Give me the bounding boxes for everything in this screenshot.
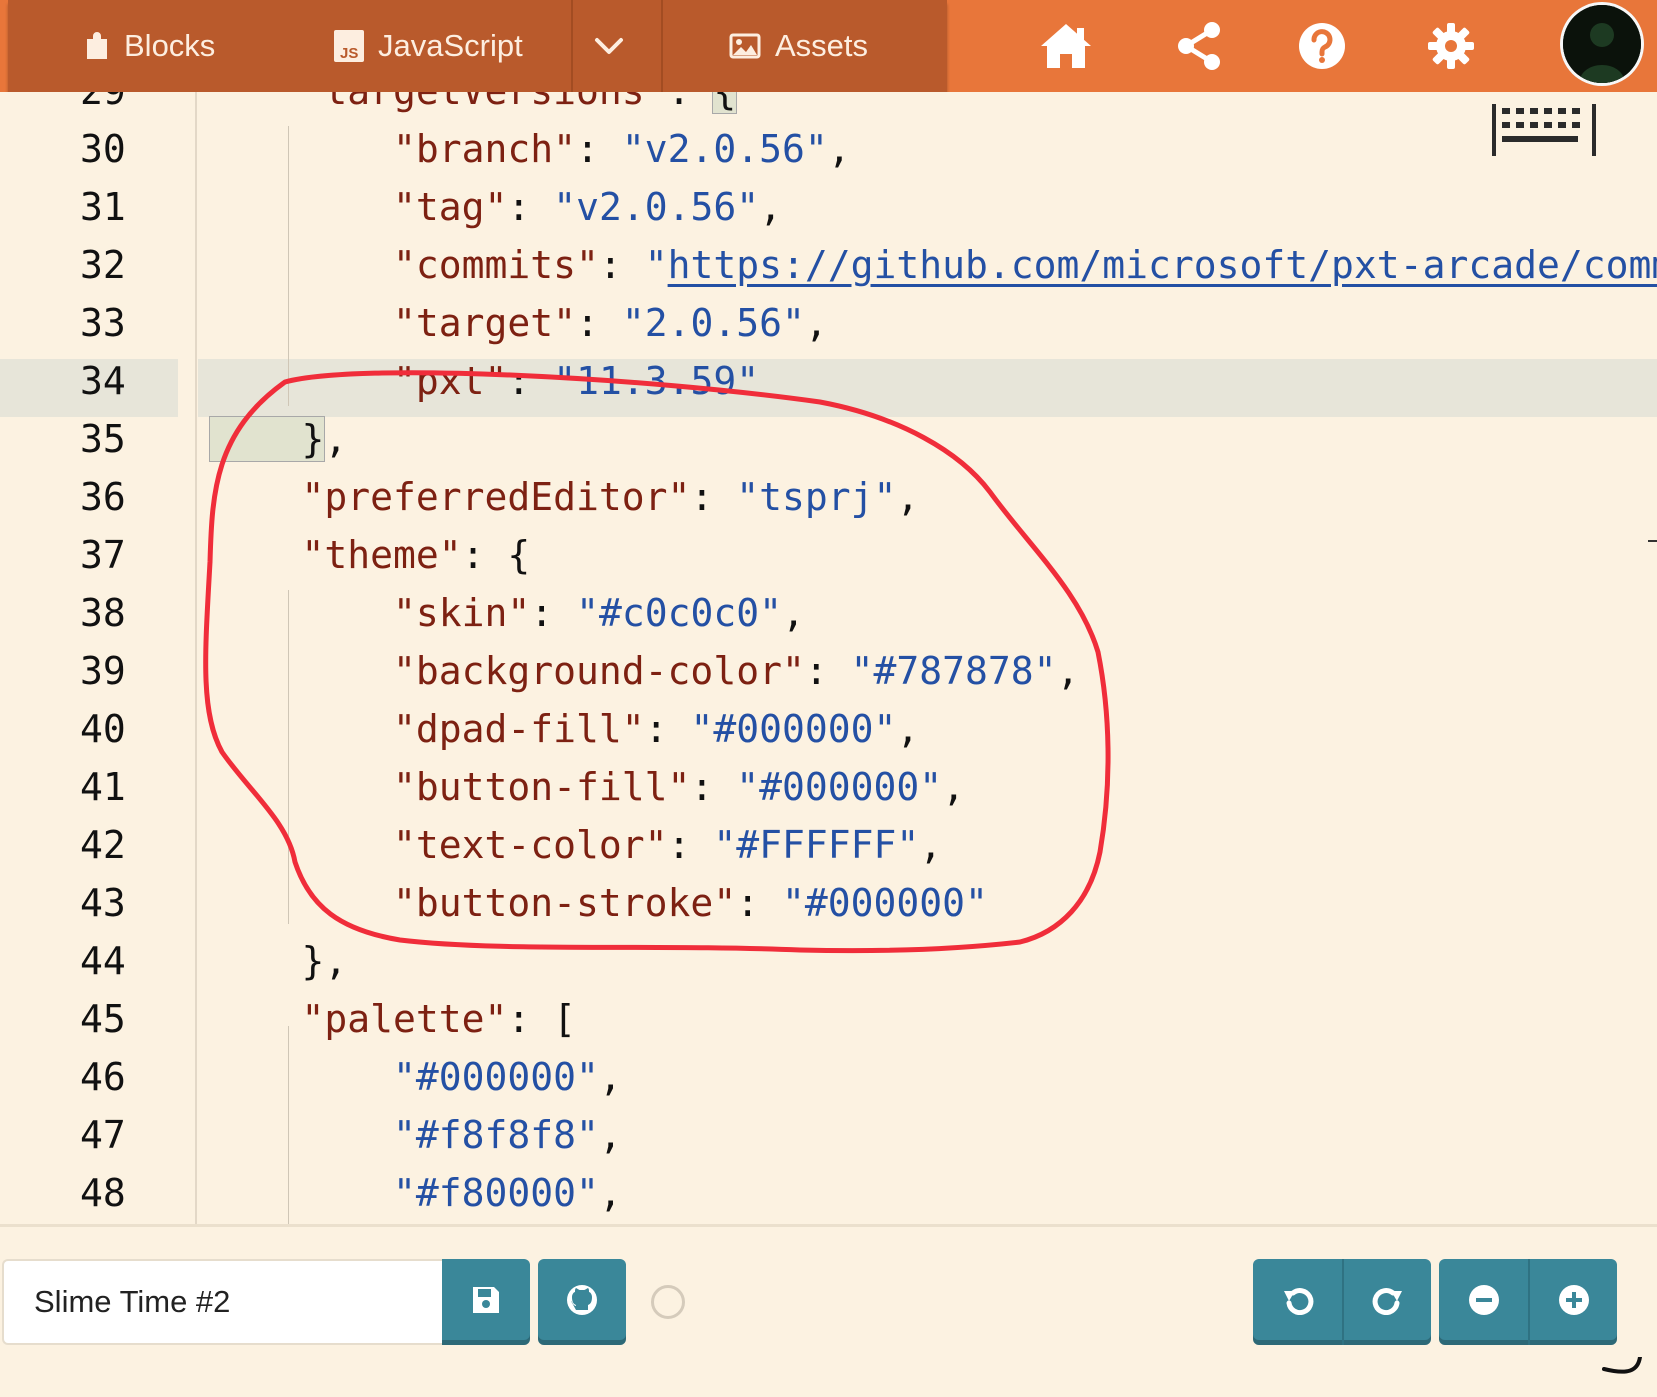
home-icon[interactable] (1034, 14, 1098, 78)
tab-divider (661, 0, 663, 92)
puzzle-piece-icon (84, 31, 110, 61)
plus-circle-icon (1557, 1283, 1591, 1322)
image-icon (729, 33, 761, 59)
project-name-input[interactable] (2, 1259, 442, 1345)
zoom-out-button[interactable] (1439, 1259, 1528, 1345)
user-avatar[interactable] (1563, 5, 1641, 83)
help-icon[interactable] (1290, 14, 1354, 78)
editor-tab-group: Blocks JS JavaScript Assets (8, 0, 947, 92)
tab-javascript[interactable]: JS JavaScript (334, 0, 523, 92)
undo-button[interactable] (1253, 1259, 1342, 1345)
tab-assets-label: Assets (775, 28, 869, 63)
save-icon (471, 1285, 501, 1320)
tab-blocks-label: Blocks (124, 28, 216, 63)
minus-circle-icon (1467, 1283, 1501, 1322)
share-icon[interactable] (1167, 14, 1231, 78)
redo-icon (1371, 1285, 1405, 1320)
javascript-file-icon: JS (334, 30, 364, 62)
status-indicator (651, 1285, 685, 1319)
save-button[interactable] (442, 1259, 530, 1345)
code-editor[interactable]: 29 "targetVersions": {30 "branch": "v2.0… (0, 92, 1657, 1224)
chevron-down-icon (594, 28, 624, 64)
svg-text:JS: JS (340, 45, 358, 62)
scrollbar-marker (1648, 540, 1657, 542)
language-dropdown[interactable] (594, 0, 624, 92)
undo-icon (1281, 1285, 1315, 1320)
editor-footer (0, 1224, 1657, 1376)
tab-blocks[interactable]: Blocks (84, 0, 215, 92)
redo-button[interactable] (1344, 1259, 1431, 1345)
red-annotation-circle (203, 370, 1111, 954)
github-icon (565, 1283, 599, 1322)
tab-divider (571, 0, 573, 92)
github-button[interactable] (538, 1259, 626, 1345)
menu-bar: Blocks JS JavaScript Assets (0, 0, 1657, 92)
zoom-in-button[interactable] (1530, 1259, 1617, 1345)
settings-gear-icon[interactable] (1419, 14, 1483, 78)
tab-javascript-label: JavaScript (378, 28, 523, 63)
resize-handle (1602, 1357, 1642, 1374)
tab-assets[interactable]: Assets (729, 0, 868, 92)
